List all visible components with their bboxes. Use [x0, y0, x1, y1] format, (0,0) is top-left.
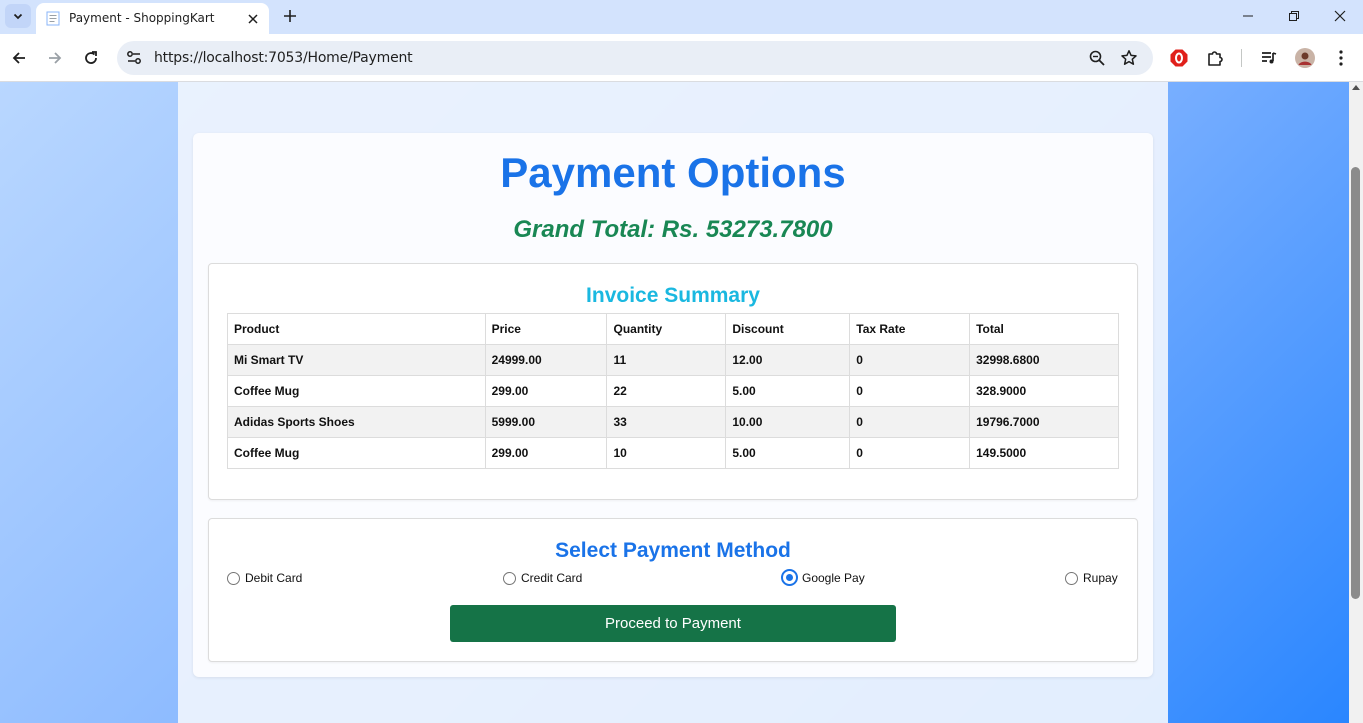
invoice-summary-title: Invoice Summary [586, 284, 760, 307]
browser-menu-button[interactable] [1330, 47, 1352, 69]
page-scrollbar[interactable] [1349, 82, 1363, 723]
minimize-button[interactable] [1225, 0, 1271, 32]
cell-product: Coffee Mug [227, 375, 486, 407]
payment-option-credit-card[interactable]: Credit Card [503, 571, 582, 585]
cell-tax-rate: 0 [849, 406, 971, 438]
zoom-icon[interactable] [1088, 49, 1106, 67]
credit-card-label: Credit Card [521, 571, 583, 585]
cell-quantity: 22 [606, 375, 727, 407]
reload-button[interactable] [79, 46, 103, 70]
payment-method-title: Select Payment Method [555, 539, 791, 562]
rupay-radio[interactable] [1065, 571, 1078, 585]
minimize-icon [1243, 15, 1253, 17]
rupay-label: Rupay [1083, 571, 1118, 585]
stop-sign-icon [1170, 49, 1188, 67]
cell-total: 32998.6800 [969, 344, 1119, 376]
playlist-icon [1262, 52, 1277, 64]
tab-title: Payment - ShoppingKart [69, 11, 215, 25]
cell-quantity: 11 [606, 344, 727, 376]
invoice-table: Product Price Quantity Discount Tax Rate… [227, 313, 1119, 469]
table-row: Coffee Mug 299.00 22 5.00 0 328.9000 [227, 375, 1119, 407]
invoice-summary-section: Invoice Summary Product Price Quantity D… [208, 263, 1138, 500]
avatar-icon [1295, 48, 1315, 68]
browser-tab-active[interactable]: Payment - ShoppingKart [36, 3, 269, 34]
cell-price: 24999.00 [484, 344, 608, 376]
google-pay-radio[interactable] [781, 569, 798, 586]
extensions-button[interactable] [1204, 47, 1226, 69]
arrow-right-icon [49, 52, 62, 64]
table-row: Coffee Mug 299.00 10 5.00 0 149.5000 [227, 437, 1119, 469]
restore-button[interactable] [1271, 0, 1317, 32]
puzzle-icon [1208, 51, 1223, 66]
cell-discount: 12.00 [725, 344, 851, 376]
adblock-extension-icon[interactable] [1168, 47, 1190, 69]
page-title: Payment Options [500, 149, 846, 196]
column-header-tax-rate: Tax Rate [849, 313, 971, 345]
table-row: Mi Smart TV 24999.00 11 12.00 0 32998.68… [227, 344, 1119, 376]
cell-total: 328.9000 [969, 375, 1119, 407]
browser-toolbar: https://localhost:7053/Home/Payment [0, 34, 1363, 82]
cell-discount: 5.00 [725, 437, 851, 469]
column-header-total: Total [969, 313, 1119, 345]
restore-icon [1289, 11, 1299, 21]
cell-quantity: 33 [606, 406, 727, 438]
cell-product: Mi Smart TV [227, 344, 486, 376]
payment-option-rupay[interactable]: Rupay [1065, 571, 1118, 585]
table-row: Adidas Sports Shoes 5999.00 33 10.00 0 1… [227, 406, 1119, 438]
cell-total: 149.5000 [969, 437, 1119, 469]
column-header-discount: Discount [725, 313, 851, 345]
google-pay-label: Google Pay [802, 570, 865, 585]
grand-total: Grand Total: Rs. 53273.7800 [513, 216, 833, 243]
forward-button[interactable] [43, 46, 67, 70]
chevron-down-icon [13, 13, 23, 20]
cell-product: Coffee Mug [227, 437, 486, 469]
tab-search-button[interactable] [5, 4, 31, 28]
column-header-quantity: Quantity [606, 313, 727, 345]
browser-tab-bar: Payment - ShoppingKart [0, 0, 1363, 34]
cell-tax-rate: 0 [849, 375, 971, 407]
cell-discount: 5.00 [725, 375, 851, 407]
bookmark-star-icon[interactable] [1120, 49, 1138, 67]
more-vertical-icon [1339, 50, 1343, 66]
arrow-left-icon [12, 52, 25, 64]
new-tab-button[interactable] [280, 6, 300, 26]
cell-tax-rate: 0 [849, 344, 971, 376]
payment-option-google-pay[interactable]: Google Pay [781, 569, 865, 586]
table-header-row: Product Price Quantity Discount Tax Rate… [227, 313, 1119, 345]
debit-card-radio[interactable] [227, 571, 240, 585]
scroll-up-arrow-icon[interactable] [1352, 85, 1360, 90]
payment-option-debit-card[interactable]: Debit Card [227, 571, 302, 585]
site-info-icon[interactable] [125, 49, 143, 67]
cell-price: 299.00 [484, 375, 608, 407]
cell-tax-rate: 0 [849, 437, 971, 469]
close-tab-icon[interactable] [246, 12, 260, 26]
reload-icon [85, 51, 97, 64]
cell-discount: 10.00 [725, 406, 851, 438]
plus-icon [284, 10, 296, 22]
back-button[interactable] [7, 46, 31, 70]
proceed-to-payment-button[interactable]: Proceed to Payment [450, 605, 896, 642]
cell-quantity: 10 [606, 437, 727, 469]
credit-card-radio[interactable] [503, 571, 516, 585]
scrollbar-thumb[interactable] [1351, 167, 1360, 599]
payment-method-section: Select Payment Method Debit Card Credit … [208, 518, 1138, 662]
page-container: Payment Options Grand Total: Rs. 53273.7… [178, 82, 1168, 723]
page-viewport: Payment Options Grand Total: Rs. 53273.7… [0, 82, 1349, 723]
cell-total: 19796.7000 [969, 406, 1119, 438]
address-bar[interactable]: https://localhost:7053/Home/Payment [117, 41, 1153, 75]
media-controls-button[interactable] [1258, 47, 1280, 69]
debit-card-label: Debit Card [245, 571, 303, 585]
close-icon [1334, 10, 1346, 22]
cell-price: 299.00 [484, 437, 608, 469]
column-header-product: Product [227, 313, 486, 345]
toolbar-separator [1241, 49, 1242, 67]
url-text[interactable]: https://localhost:7053/Home/Payment [154, 50, 413, 66]
cell-product: Adidas Sports Shoes [227, 406, 486, 438]
close-window-button[interactable] [1317, 0, 1363, 32]
column-header-price: Price [484, 313, 608, 345]
cell-price: 5999.00 [484, 406, 608, 438]
page-favicon-icon [46, 11, 60, 26]
profile-avatar-button[interactable] [1294, 47, 1316, 69]
payment-card: Payment Options Grand Total: Rs. 53273.7… [193, 133, 1153, 677]
